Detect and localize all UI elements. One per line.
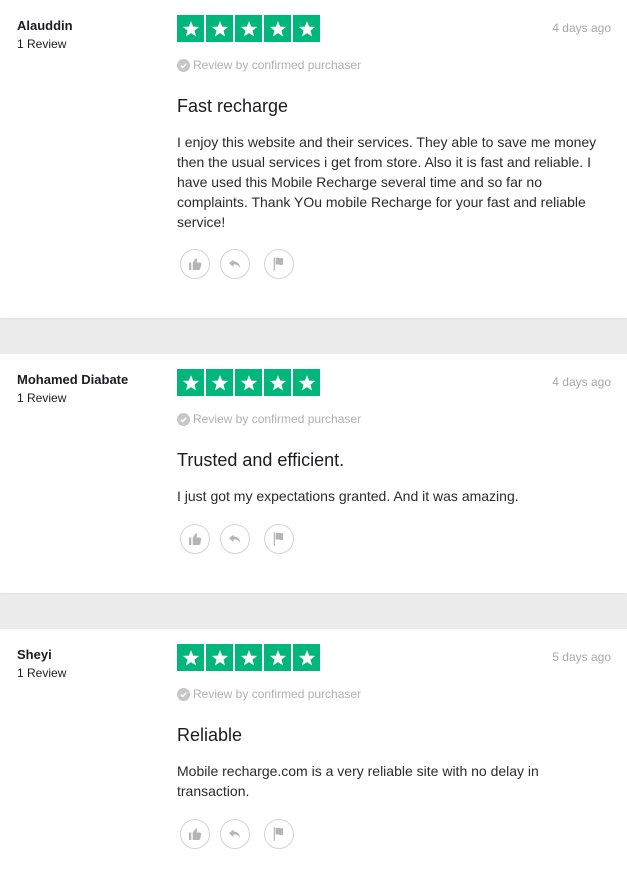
review-body: I enjoy this website and their services.… [177, 134, 597, 230]
star-icon [293, 15, 320, 42]
star-icon [293, 369, 320, 396]
reviewer-review-count: 1 Review [17, 391, 67, 405]
check-circle-icon [177, 412, 190, 426]
review-actions [180, 819, 294, 849]
reviewer-review-count: 1 Review [17, 666, 67, 680]
review-card: Sheyi 1 Review 5 days ago Review by conf… [0, 629, 627, 879]
reply-button[interactable] [220, 249, 250, 279]
star-icon [206, 644, 233, 671]
thumbs-up-icon [186, 530, 204, 548]
star-rating [177, 369, 320, 396]
review-card: Alauddin 1 Review 4 days ago Review by c… [0, 0, 627, 318]
verified-badge: Review by confirmed purchaser [177, 412, 361, 426]
reply-icon [226, 530, 244, 548]
reviewer-name[interactable]: Mohamed Diabate [17, 372, 128, 387]
review-title[interactable]: Reliable [177, 725, 242, 746]
flag-icon [270, 530, 288, 548]
star-icon [177, 369, 204, 396]
review-body: I just got my expectations granted. And … [177, 488, 519, 504]
star-icon [177, 644, 204, 671]
star-icon [264, 15, 291, 42]
like-button[interactable] [180, 524, 210, 554]
review-actions [180, 524, 294, 554]
thumbs-up-icon [186, 825, 204, 843]
like-button[interactable] [180, 819, 210, 849]
star-rating [177, 15, 320, 42]
reviewer-name[interactable]: Sheyi [17, 647, 52, 662]
report-button[interactable] [264, 524, 294, 554]
check-circle-icon [177, 687, 190, 701]
star-icon [177, 15, 204, 42]
reply-button[interactable] [220, 524, 250, 554]
reviewer-review-count: 1 Review [17, 37, 67, 51]
thumbs-up-icon [186, 255, 204, 273]
verified-badge: Review by confirmed purchaser [177, 687, 361, 701]
star-rating [177, 644, 320, 671]
star-icon [264, 369, 291, 396]
verified-label: Review by confirmed purchaser [193, 58, 362, 72]
star-icon [235, 15, 262, 42]
flag-icon [270, 255, 288, 273]
review-date: 4 days ago [552, 375, 611, 389]
review-title[interactable]: Fast recharge [177, 96, 288, 117]
reply-button[interactable] [220, 819, 250, 849]
star-icon [293, 644, 320, 671]
verified-label: Review by confirmed purchaser [193, 687, 362, 701]
review-card: Mohamed Diabate 1 Review 4 days ago Revi… [0, 354, 627, 593]
star-icon [206, 15, 233, 42]
verified-label: Review by confirmed purchaser [193, 412, 362, 426]
star-icon [264, 644, 291, 671]
report-button[interactable] [264, 249, 294, 279]
verified-badge: Review by confirmed purchaser [177, 58, 361, 72]
check-circle-icon [177, 58, 190, 72]
review-actions [180, 249, 294, 279]
review-body: Mobile recharge.com is a very reliable s… [177, 763, 539, 799]
reply-icon [226, 825, 244, 843]
review-date: 5 days ago [552, 650, 611, 664]
review-title[interactable]: Trusted and efficient. [177, 450, 344, 471]
report-button[interactable] [264, 819, 294, 849]
star-icon [235, 644, 262, 671]
reviewer-name[interactable]: Alauddin [17, 18, 73, 33]
flag-icon [270, 825, 288, 843]
review-date: 4 days ago [552, 21, 611, 35]
star-icon [235, 369, 262, 396]
like-button[interactable] [180, 249, 210, 279]
star-icon [206, 369, 233, 396]
reply-icon [226, 255, 244, 273]
